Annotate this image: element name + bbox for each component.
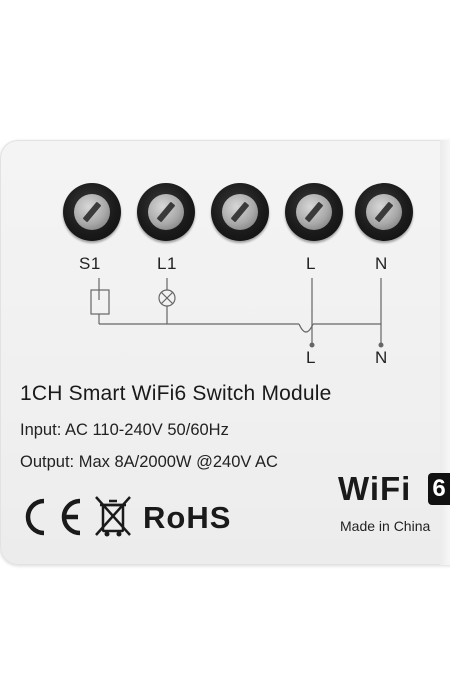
label-bottom-l: L (306, 348, 316, 367)
switch-symbol-icon (90, 289, 110, 315)
origin-label: Made in China (340, 518, 431, 534)
certification-logos (25, 496, 131, 537)
product-title: 1CH Smart WiFi6 Switch Module (20, 382, 332, 405)
wiring-diagram (90, 278, 384, 348)
label-bottom-n: N (375, 348, 388, 367)
wifi-logo-text: WiFi (338, 470, 412, 507)
output-spec: Output: Max 8A/2000W @240V AC (20, 453, 278, 471)
wifi-version-badge: 6 (428, 473, 450, 505)
rohs-mark: RoHS (143, 500, 232, 535)
weee-bin-icon (95, 496, 131, 536)
ce-mark-icon (25, 498, 81, 536)
input-spec: Input: AC 110-240V 50/60Hz (20, 421, 229, 439)
